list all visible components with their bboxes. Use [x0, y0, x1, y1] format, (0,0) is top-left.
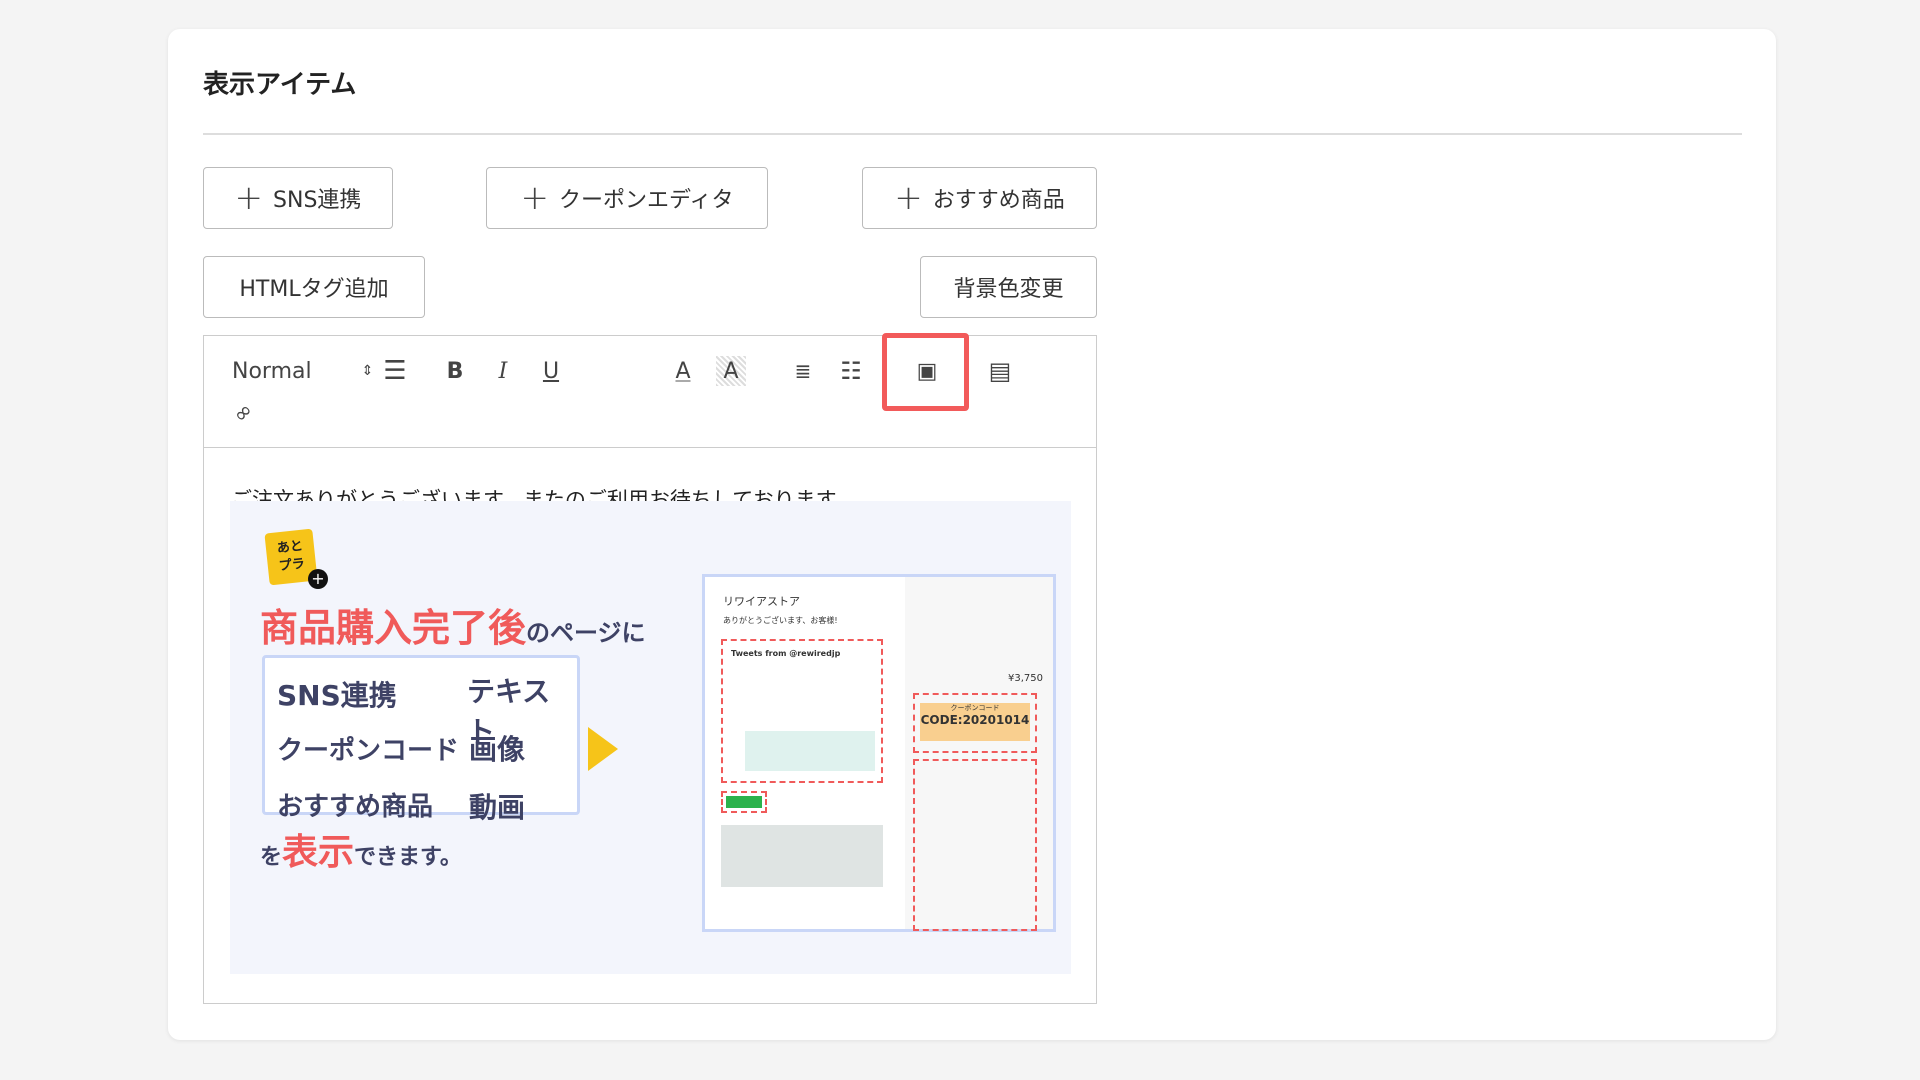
- mock-store-name: リワイアストア: [723, 595, 800, 608]
- change-bg-color-button[interactable]: 背景色変更: [920, 256, 1097, 318]
- mock-sns-area: Tweets from @rewiredjp: [721, 639, 883, 783]
- add-coupon-editor-button[interactable]: + クーポンエディタ: [486, 167, 768, 229]
- mock-coupon-label: クーポンコード: [950, 704, 1000, 712]
- add-html-tag-button[interactable]: HTMLタグ追加: [203, 256, 425, 318]
- mock-tweets: Tweets from @rewiredjp: [731, 649, 841, 658]
- mock-total: ¥3,750: [1008, 673, 1043, 684]
- feature-box: SNS連携 テキスト クーポンコード 画像 おすすめ商品 動画: [262, 655, 580, 824]
- button-label: SNS連携: [273, 188, 362, 213]
- mock-thanks: ありがとうございます、お客様!: [723, 616, 838, 625]
- section-title: 表示アイテム: [203, 70, 357, 100]
- button-label: クーポンエディタ: [559, 188, 734, 213]
- promo-image: あと プラ + 商品購入完了後のページに SNS連携 テキスト クーポンコード 画…: [230, 501, 1071, 974]
- add-recommended-button[interactable]: + おすすめ商品: [862, 167, 1097, 229]
- promo-headline: 商品購入完了後のページに: [260, 597, 646, 652]
- headline-red: 商品購入完了後: [260, 606, 527, 650]
- mock-thank-you-page: リワイアストア ありがとうございます、お客様! Tweets from @rew…: [702, 574, 1056, 932]
- mock-tweet-image: [745, 731, 875, 771]
- mock-button-area: [721, 791, 767, 813]
- link-icon[interactable]: ∞: [222, 392, 264, 434]
- footer-red: 表示: [282, 832, 355, 873]
- feature-item: クーポンコード: [277, 736, 460, 766]
- feature-item: おすすめ商品: [277, 792, 434, 822]
- align-icon[interactable]: ☰: [380, 356, 410, 386]
- add-sns-button[interactable]: + SNS連携: [203, 167, 393, 229]
- updown-icon: ⇕: [361, 363, 374, 379]
- headline-rest: のページに: [526, 619, 646, 647]
- plus-icon: +: [520, 178, 550, 218]
- feature-item: 動画: [469, 791, 526, 824]
- plus-badge-icon: +: [308, 569, 328, 589]
- mock-side-column: ¥3,750 クーポンコード CODE:20201014: [905, 577, 1053, 931]
- format-select[interactable]: Normal ⇕: [232, 356, 373, 386]
- font-color-icon[interactable]: A: [668, 356, 698, 386]
- feature-item: 画像: [469, 733, 526, 766]
- editor-toolbar: Normal ⇕ ☰ B I U A A ≣ ☷ ▣ ▤ ∞: [204, 333, 1096, 448]
- background-color-icon[interactable]: A: [716, 356, 746, 386]
- plus-icon: +: [894, 178, 923, 218]
- bold-icon[interactable]: B: [440, 356, 470, 386]
- format-label: Normal: [232, 358, 312, 384]
- underline-icon[interactable]: U: [536, 356, 566, 386]
- button-label: おすすめ商品: [932, 188, 1065, 213]
- mock-coupon-code: CODE:20201014: [920, 713, 1030, 727]
- feature-item: SNS連携: [277, 679, 397, 712]
- divider: [203, 133, 1742, 135]
- footer-pre: を: [260, 845, 283, 870]
- mock-coupon-area: クーポンコード CODE:20201014: [913, 693, 1037, 753]
- ordered-list-icon[interactable]: ≣: [788, 356, 818, 386]
- mock-instagram-area: [913, 759, 1037, 931]
- promo-footer: を表示できます。: [260, 823, 462, 875]
- footer-post: できます。: [354, 845, 462, 870]
- plus-icon: +: [234, 178, 264, 218]
- video-icon[interactable]: ▤: [985, 356, 1015, 386]
- image-button-highlight: [882, 333, 969, 411]
- mock-map: [721, 825, 883, 887]
- italic-icon[interactable]: I: [488, 356, 518, 386]
- bullet-list-icon[interactable]: ☷: [836, 356, 866, 386]
- arrow-icon: [588, 727, 618, 771]
- mock-coupon: クーポンコード CODE:20201014: [920, 703, 1030, 741]
